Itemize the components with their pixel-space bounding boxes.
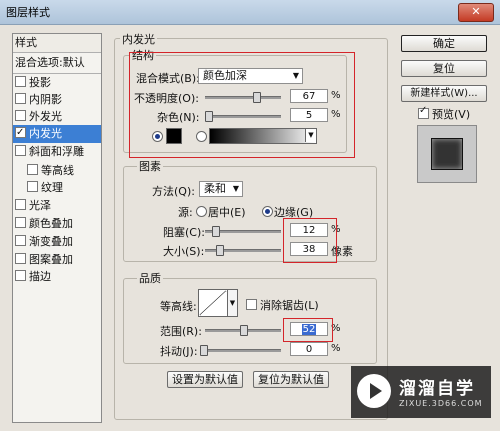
sidebar-item[interactable]: 颜色叠加 bbox=[13, 215, 101, 233]
contour-picker[interactable] bbox=[198, 289, 228, 317]
method-label: 方法(Q): bbox=[152, 185, 195, 198]
preview-label[interactable]: 预览(V) bbox=[432, 106, 470, 122]
jitter-percent: % bbox=[331, 343, 341, 354]
sidebar-item-checkbox[interactable] bbox=[27, 164, 38, 175]
title-bar: 图层样式 ✕ bbox=[0, 0, 500, 25]
sidebar-item-label: 颜色叠加 bbox=[29, 217, 73, 230]
range-highlight bbox=[283, 318, 333, 342]
method-select[interactable]: 柔和 ▼ bbox=[199, 181, 243, 197]
reset-button[interactable]: 复位 bbox=[401, 60, 487, 77]
sidebar-item-checkbox[interactable] bbox=[15, 145, 26, 156]
sidebar-item-label: 内阴影 bbox=[29, 93, 62, 106]
chevron-down-icon: ▼ bbox=[232, 184, 239, 193]
sidebar-item-label: 光泽 bbox=[29, 199, 51, 212]
sidebar-item[interactable]: 等高线 bbox=[13, 162, 101, 180]
sidebar-item-checkbox[interactable] bbox=[15, 110, 26, 121]
quality-title: 品质 bbox=[137, 270, 163, 286]
sidebar-item[interactable]: 内发光 bbox=[13, 124, 101, 143]
sidebar-item-checkbox[interactable] bbox=[15, 270, 26, 281]
source-center-label[interactable]: 居中(E) bbox=[208, 204, 246, 220]
sidebar-item-checkbox[interactable] bbox=[15, 199, 26, 210]
sidebar-item-checkbox[interactable] bbox=[27, 181, 38, 192]
sidebar-item-label: 外发光 bbox=[29, 110, 62, 123]
sidebar-item-label: 投影 bbox=[29, 76, 51, 89]
range-label: 范围(R): bbox=[160, 325, 202, 338]
source-center-radio[interactable] bbox=[196, 206, 207, 217]
antialias-label[interactable]: 消除锯齿(L) bbox=[260, 297, 319, 313]
sidebar-item[interactable]: 光泽 bbox=[13, 197, 101, 215]
styles-list: 样式 混合选项:默认投影内阴影外发光内发光斜面和浮雕等高线纹理光泽颜色叠加渐变叠… bbox=[12, 33, 102, 423]
range-slider-thumb[interactable] bbox=[240, 325, 248, 336]
sidebar-item[interactable]: 渐变叠加 bbox=[13, 233, 101, 251]
sidebar-item-checkbox[interactable] bbox=[15, 217, 26, 228]
structure-highlight bbox=[129, 52, 355, 158]
choke-slider-thumb[interactable] bbox=[212, 226, 220, 237]
sidebar-item[interactable]: 内阴影 bbox=[13, 91, 101, 109]
size-slider-thumb[interactable] bbox=[216, 245, 224, 256]
sidebar-item[interactable]: 图案叠加 bbox=[13, 251, 101, 269]
new-style-button[interactable]: 新建样式(W)... bbox=[401, 85, 487, 102]
make-default-button[interactable]: 设置为默认值 bbox=[167, 371, 243, 388]
sidebar-item-label: 内发光 bbox=[29, 127, 62, 140]
sidebar-item-checkbox[interactable] bbox=[15, 253, 26, 264]
preview-thumbnail bbox=[431, 138, 463, 170]
jitter-slider-track[interactable] bbox=[205, 349, 281, 352]
sidebar-item-checkbox[interactable] bbox=[15, 93, 26, 104]
style-preview bbox=[417, 125, 477, 183]
sidebar-item-label: 斜面和浮雕 bbox=[29, 145, 84, 158]
antialias-checkbox[interactable] bbox=[246, 299, 257, 310]
jitter-slider-thumb[interactable] bbox=[200, 345, 208, 356]
sidebar-item[interactable]: 纹理 bbox=[13, 179, 101, 197]
elements-title: 图素 bbox=[137, 158, 163, 174]
method-value: 柔和 bbox=[204, 182, 226, 195]
window-title: 图层样式 bbox=[6, 6, 50, 19]
source-label: 源: bbox=[178, 206, 193, 219]
sidebar-item[interactable]: 投影 bbox=[13, 74, 101, 92]
reset-default-button[interactable]: 复位为默认值 bbox=[253, 371, 329, 388]
watermark-url: ZIXUE.3D66.COM bbox=[399, 399, 483, 408]
choke-size-highlight bbox=[283, 218, 337, 263]
chevron-down-icon: ▼ bbox=[229, 299, 236, 307]
sidebar-item-label: 混合选项:默认 bbox=[15, 56, 85, 69]
sidebar-item-checkbox[interactable] bbox=[15, 124, 26, 142]
contour-dropdown[interactable]: ▼ bbox=[227, 289, 238, 317]
watermark: 溜溜自学 ZIXUE.3D66.COM bbox=[351, 366, 491, 418]
sidebar-item-label: 纹理 bbox=[41, 181, 63, 194]
choke-label: 阻塞(C): bbox=[163, 226, 205, 239]
size-label: 大小(S): bbox=[163, 245, 205, 258]
preview-checkbox[interactable] bbox=[418, 105, 429, 119]
source-edge-radio[interactable] bbox=[262, 206, 273, 217]
sidebar-item-label: 等高线 bbox=[41, 164, 74, 177]
sidebar-item[interactable]: 斜面和浮雕 bbox=[13, 143, 101, 161]
sidebar-item[interactable]: 外发光 bbox=[13, 108, 101, 126]
sidebar-item-label: 图案叠加 bbox=[29, 253, 73, 266]
jitter-input[interactable]: 0 bbox=[290, 342, 328, 356]
contour-label: 等高线: bbox=[160, 300, 197, 313]
watermark-brand: 溜溜自学 bbox=[399, 379, 475, 399]
contour-curve-icon bbox=[199, 290, 227, 316]
sidebar-item-checkbox[interactable] bbox=[15, 235, 26, 246]
sidebar-item-checkbox[interactable] bbox=[15, 76, 26, 87]
sidebar-item[interactable]: 混合选项:默认 bbox=[13, 54, 101, 74]
jitter-label: 抖动(J): bbox=[160, 345, 198, 358]
sidebar-item[interactable]: 描边 bbox=[13, 268, 101, 286]
sidebar-item-label: 渐变叠加 bbox=[29, 235, 73, 248]
styles-header[interactable]: 样式 bbox=[13, 34, 101, 53]
ok-button[interactable]: 确定 bbox=[401, 35, 487, 52]
play-logo-icon bbox=[357, 374, 391, 408]
close-button[interactable]: ✕ bbox=[458, 3, 494, 22]
section-title: 内发光 bbox=[120, 31, 157, 47]
sidebar-item-label: 描边 bbox=[29, 270, 51, 283]
